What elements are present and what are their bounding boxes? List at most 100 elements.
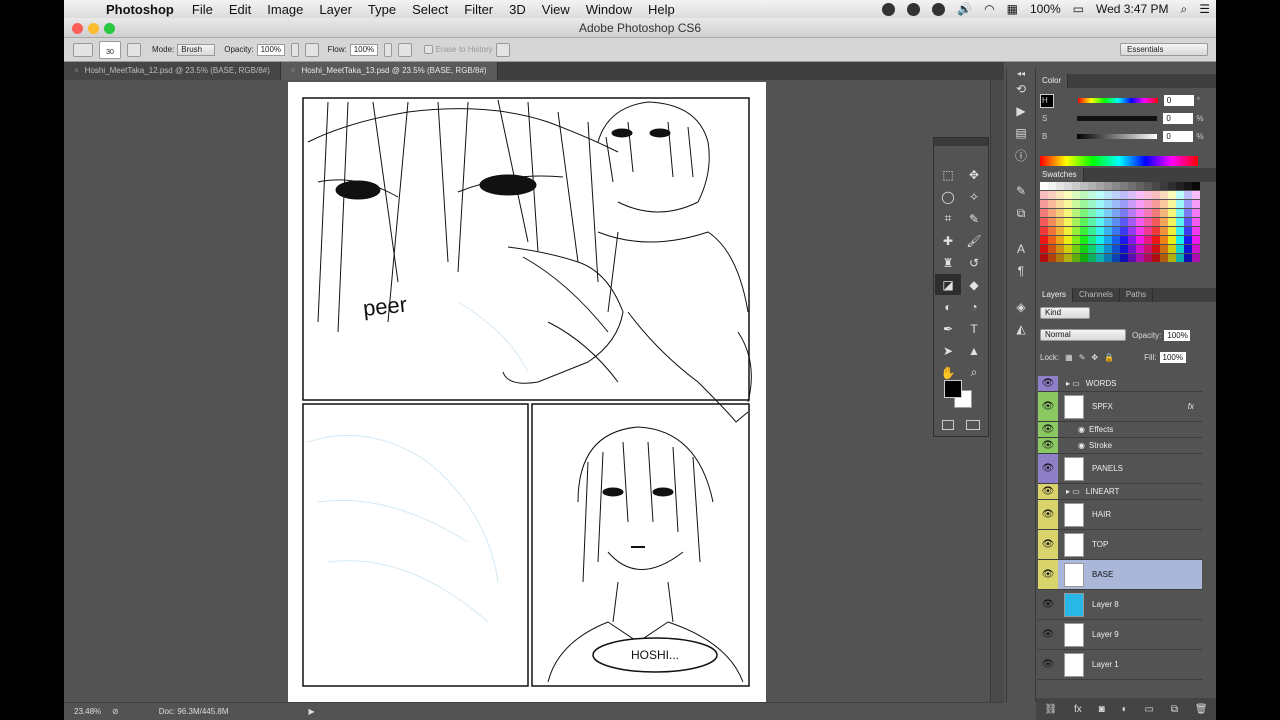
layer-fx-badge[interactable]: fx — [1188, 402, 1194, 411]
swatch[interactable] — [1040, 218, 1048, 226]
search-icon[interactable]: ⌕ — [1181, 2, 1188, 17]
swatch[interactable] — [1048, 227, 1056, 235]
swatch[interactable] — [1144, 191, 1152, 199]
stamp-tool-icon[interactable]: ♜ — [935, 252, 961, 273]
swatch[interactable] — [1104, 182, 1112, 190]
swatch[interactable] — [1152, 218, 1160, 226]
brush-presets-panel-icon[interactable]: ▤ — [1007, 122, 1035, 144]
swatch[interactable] — [1176, 254, 1184, 262]
swatch[interactable] — [1056, 227, 1064, 235]
swatch[interactable] — [1160, 254, 1168, 262]
visibility-eye-icon[interactable]: 👁 — [1038, 438, 1058, 453]
menu-image[interactable]: Image — [267, 2, 303, 17]
swatch[interactable] — [1048, 245, 1056, 253]
swatch[interactable] — [1056, 209, 1064, 217]
visibility-eye-icon[interactable]: 👁 — [1038, 454, 1058, 483]
quick-mask-icon[interactable] — [942, 420, 954, 430]
swatch[interactable] — [1104, 254, 1112, 262]
layer-row[interactable]: 👁 HAIR — [1038, 500, 1202, 530]
swatch[interactable] — [1144, 200, 1152, 208]
swatch-grid[interactable] — [1040, 182, 1202, 268]
quick-select-tool-icon[interactable]: ✧ — [961, 186, 987, 207]
move-tool-icon[interactable]: ✥ — [961, 164, 987, 185]
swatch[interactable] — [1112, 254, 1120, 262]
swatch[interactable] — [1168, 236, 1176, 244]
mode-select[interactable]: Brush — [177, 43, 216, 56]
brush-panel-toggle-icon[interactable] — [127, 42, 141, 57]
new-layer-icon[interactable]: ⧉ — [1171, 704, 1178, 715]
link-layers-icon[interactable]: ⛓ — [1044, 704, 1057, 715]
volume-icon[interactable]: 🔊 — [957, 2, 972, 16]
color-spectrum-bar[interactable] — [1040, 156, 1198, 166]
swatch[interactable] — [1192, 218, 1200, 226]
swatch[interactable] — [1080, 245, 1088, 253]
app-status-icon[interactable] — [932, 2, 946, 16]
swatch[interactable] — [1112, 218, 1120, 226]
layer-row[interactable]: 👁 Layer 9 — [1038, 620, 1202, 650]
swatch[interactable] — [1072, 182, 1080, 190]
swatch[interactable] — [1168, 209, 1176, 217]
visibility-eye-icon[interactable]: 👁 — [1038, 530, 1058, 559]
swatch[interactable] — [1160, 182, 1168, 190]
saturation-input[interactable]: 0 — [1163, 113, 1194, 124]
eraser-tool-icon[interactable]: ◪ — [935, 274, 961, 295]
menu-window[interactable]: Window — [586, 2, 632, 17]
swatch[interactable] — [1112, 182, 1120, 190]
tools-panel-header[interactable] — [934, 138, 988, 146]
swatch[interactable] — [1104, 200, 1112, 208]
tab-document-12[interactable]: × Hoshi_MeetTaka_12.psd @ 23.5% (BASE, RG… — [64, 62, 281, 80]
layer-style-icon[interactable]: fx — [1074, 704, 1082, 715]
close-tab-icon[interactable]: × — [74, 66, 79, 75]
swatch[interactable] — [1176, 191, 1184, 199]
swatch[interactable] — [1136, 245, 1144, 253]
delete-layer-icon[interactable]: 🗑 — [1195, 704, 1208, 715]
clock[interactable]: Wed 3:47 PM — [1096, 2, 1168, 16]
swatch[interactable] — [1040, 227, 1048, 235]
visibility-eye-icon[interactable]: 👁 — [1038, 500, 1058, 529]
tab-layers[interactable]: Layers — [1036, 288, 1074, 302]
swatch[interactable] — [1176, 236, 1184, 244]
zoom-level[interactable]: 23.48% — [64, 707, 112, 716]
swatch[interactable] — [1120, 182, 1128, 190]
swatch[interactable] — [1112, 227, 1120, 235]
menu-type[interactable]: Type — [368, 2, 396, 17]
swatch[interactable] — [1088, 218, 1096, 226]
swatch[interactable] — [1168, 191, 1176, 199]
tab-color[interactable]: Color — [1036, 74, 1069, 88]
blur-tool-icon[interactable]: ◐ — [935, 296, 961, 317]
menu-select[interactable]: Select — [412, 2, 448, 17]
tab-document-13[interactable]: × Hoshi_MeetTaka_13.psd @ 23.5% (BASE, RG… — [280, 62, 498, 80]
swatch[interactable] — [1192, 236, 1200, 244]
swatch[interactable] — [1120, 218, 1128, 226]
cloud-icon[interactable] — [907, 2, 921, 16]
swatch[interactable] — [1096, 182, 1104, 190]
swatch[interactable] — [1136, 218, 1144, 226]
swatch[interactable] — [1160, 245, 1168, 253]
menu-layer[interactable]: Layer — [319, 2, 352, 17]
swatch[interactable] — [1096, 254, 1104, 262]
swatch[interactable] — [1184, 200, 1192, 208]
layer-effect-row[interactable]: 👁 ◉ Stroke — [1038, 438, 1202, 454]
swatch[interactable] — [1120, 236, 1128, 244]
menu-edit[interactable]: Edit — [229, 2, 251, 17]
swatch[interactable] — [1064, 209, 1072, 217]
menu-3d[interactable]: 3D — [509, 2, 526, 17]
swatch[interactable] — [1040, 209, 1048, 217]
swatch[interactable] — [1048, 218, 1056, 226]
swatch[interactable] — [1040, 254, 1048, 262]
status-icon[interactable] — [882, 2, 896, 16]
layer-row[interactable]: 👁 Layer 1 — [1038, 650, 1202, 680]
layer-row[interactable]: 👁 SPFX fx — [1038, 392, 1202, 422]
swatch[interactable] — [1144, 182, 1152, 190]
airbrush-icon[interactable] — [397, 42, 412, 57]
lock-position-icon[interactable]: ✥ — [1091, 353, 1098, 362]
hue-input[interactable]: 0 — [1163, 95, 1194, 106]
swatch[interactable] — [1088, 200, 1096, 208]
swatch[interactable] — [1120, 245, 1128, 253]
swatch[interactable] — [1080, 236, 1088, 244]
wifi-icon[interactable]: ◠ — [984, 2, 994, 16]
swatch[interactable] — [1144, 218, 1152, 226]
pressure-opacity-icon[interactable] — [304, 42, 319, 57]
character-panel-icon[interactable]: A — [1007, 238, 1035, 260]
fill-input[interactable]: 100% — [1159, 351, 1186, 363]
